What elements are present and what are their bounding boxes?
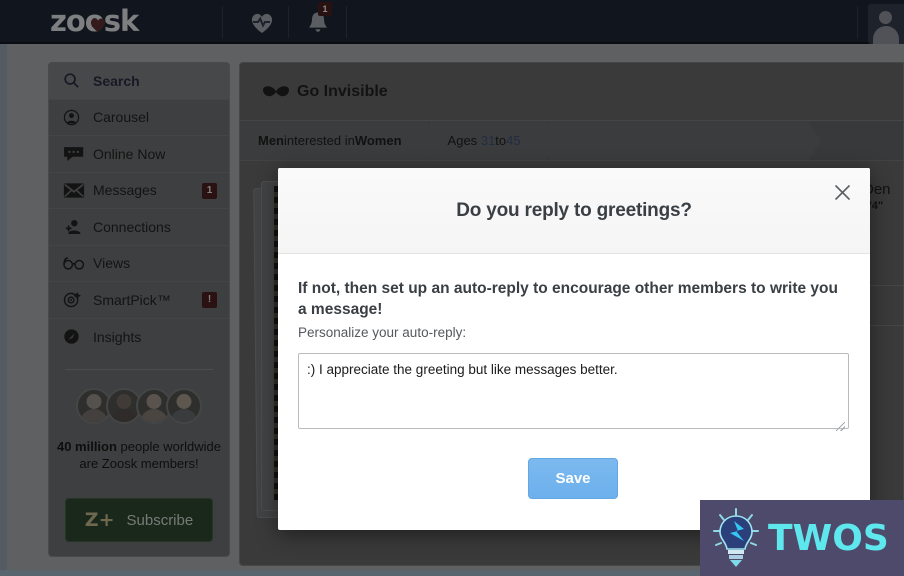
modal-body-heading: If not, then set up an auto-reply to enc… [298,280,838,318]
online-now-icon [63,145,85,163]
modal-header: Do you reply to greetings? [278,168,870,254]
sidebar-item-label: Messages [93,182,157,199]
go-invisible-label: Go Invisible [297,82,388,100]
breadcrumb-gender-mid: interested in [284,133,355,148]
close-icon[interactable] [830,180,854,204]
breadcrumb-ages-mid: to [495,133,507,148]
sidebar-promo: 40 million people worldwide are Zoosk me… [49,370,229,472]
watermark-text: TWOS [768,517,889,559]
promo-text: 40 million people worldwide are Zoosk me… [49,438,229,472]
breadcrumb-more[interactable] [548,121,821,161]
promo-count: 40 million [56,439,117,454]
sidebar-item-label: Views [93,255,131,272]
breadcrumb-ages[interactable]: Ages 31 to 45 [429,121,559,161]
filter-breadcrumb: Men interested in Women Ages 31 to 45 [240,121,903,161]
auto-reply-field-wrap [298,340,849,434]
breadcrumb-age-max: 45 [506,133,521,148]
go-invisible-bar[interactable]: Go Invisible [240,63,903,121]
left-edge-strip [0,44,7,576]
breadcrumb-age-min: 31 [480,133,496,148]
promo-line2: are Zoosk members! [79,456,199,471]
search-icon [63,72,85,90]
modal-footer: Save [298,458,848,499]
modal-title: Do you reply to greetings? [456,199,692,221]
auto-reply-textarea[interactable] [298,353,849,429]
modal-body-subtext: Personalize your auto-reply: [298,325,467,340]
sidebar-item-label: Connections [93,218,171,235]
save-button[interactable]: Save [528,458,618,499]
subscribe-button[interactable]: Z+ Subscribe [65,498,213,542]
top-navigation-bar: zoosk 1 [0,0,904,44]
sidebar-item-label: Carousel [93,109,150,126]
breadcrumb-gender[interactable]: Men interested in Women [240,121,440,161]
nav-divider [346,6,347,38]
heart-icon [89,6,107,33]
notifications-badge: 1 [318,2,332,16]
avatar [166,388,202,424]
sidebar-item-label: Search [93,72,140,89]
nav-divider [288,6,289,38]
member-avatars [49,388,229,424]
add-person-icon [63,218,85,236]
sidebar-item-label: Insights [93,328,142,345]
sidebar-item-online-now[interactable]: Online Now [49,136,229,173]
envelope-icon [63,181,85,199]
lightbulb-icon [710,507,762,569]
glasses-icon [63,254,85,272]
sidebar-item-carousel[interactable]: Carousel [49,100,229,136]
carousel-icon [63,108,85,126]
app-root: Go Invisible Men interested in Women Age… [0,0,904,576]
zoosk-logo[interactable]: zoosk [50,4,139,38]
sidebar-item-connections[interactable]: Connections [49,209,229,246]
left-sidebar: Search Carousel Online Now Messages 1 Co… [48,62,230,557]
sidebar-item-label: SmartPick™ [93,291,171,308]
sidebar-item-label: Online Now [93,145,166,162]
auto-reply-modal: Do you reply to greetings? If not, then … [278,168,870,530]
insights-icon [63,328,85,346]
breadcrumb-ages-label: Ages [447,133,478,148]
watermark-overlay: TWOS [700,500,904,576]
promo-rest: people worldwide [116,439,222,454]
messages-badge: 1 [202,182,217,199]
nav-divider [857,6,858,38]
subscribe-label: Subscribe [126,511,194,529]
sidebar-item-insights[interactable]: Insights [49,319,229,356]
nav-divider [222,6,223,38]
breadcrumb-gender-self: Men [258,133,284,148]
zoosk-plus-logo: Z+ [84,509,115,531]
modal-body: If not, then set up an auto-reply to enc… [278,254,870,499]
target-icon [63,291,85,309]
activity-heart-icon[interactable] [249,10,275,36]
sidebar-item-messages[interactable]: Messages 1 [49,173,229,209]
sidebar-item-smartpick[interactable]: SmartPick™ ! [49,282,229,319]
sidebar-item-search[interactable]: Search [49,63,229,100]
mask-icon [261,84,291,100]
smartpick-badge: ! [202,292,217,308]
profile-avatar[interactable] [868,4,904,44]
sidebar-item-views[interactable]: Views [49,246,229,282]
breadcrumb-gender-target: Women [354,133,402,148]
